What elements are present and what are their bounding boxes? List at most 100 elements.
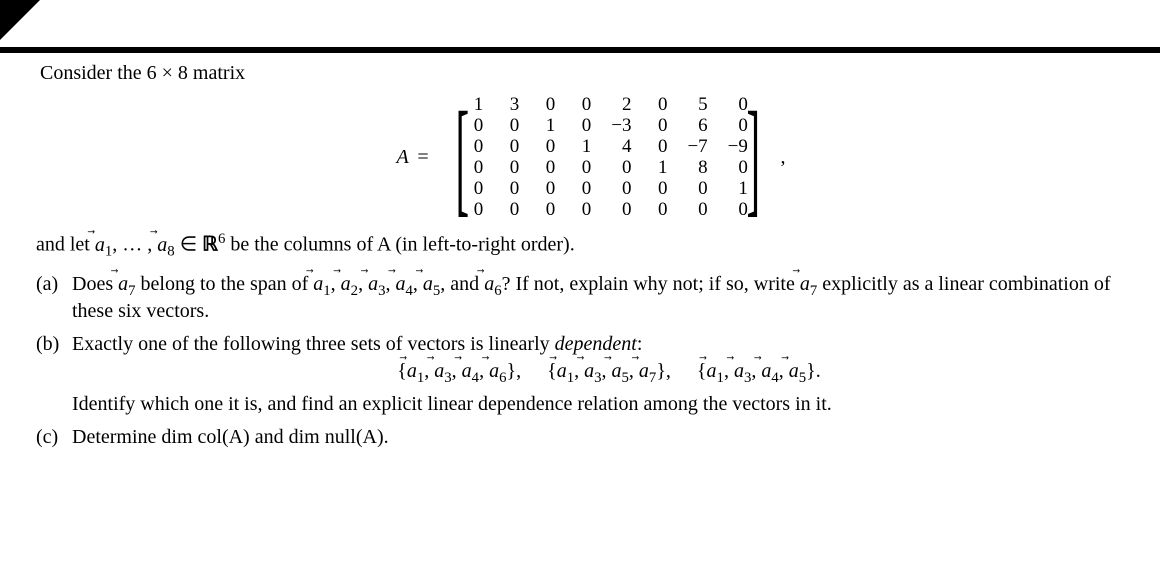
sub-4: 4 (771, 370, 778, 386)
brace-right: } (656, 360, 666, 382)
matrix-cell: 0 (565, 157, 601, 178)
qc-and: and (250, 426, 289, 448)
vec-a5: ⃗a (612, 360, 622, 383)
qb-sets: {⃗a1, ⃗a3, ⃗a4, ⃗a6},{⃗a1, ⃗a3, ⃗a5, ⃗a7… (72, 360, 1146, 387)
matrix-cell: 4 (601, 136, 641, 157)
matrix-equation: A = [ 130020500010−3060000140−7−90000018… (36, 93, 1146, 221)
set-comma: , (452, 360, 462, 382)
intro-text: Consider the 6 × 8 matrix (40, 62, 1146, 85)
set-comma: , (724, 360, 734, 382)
qa-pre: Does (72, 273, 118, 295)
qa-post: ? If not, explain why not; if so, write (502, 273, 800, 295)
vec-a6: ⃗a (484, 273, 494, 296)
equals-sign: = (417, 146, 428, 168)
set-comma: , (602, 360, 612, 382)
matrix-cell: 0 (529, 157, 565, 178)
brace-left: { (397, 360, 407, 382)
vector-set: {⃗a1, ⃗a3, ⃗a4, ⃗a6}, (397, 360, 521, 382)
qb-dep: dependent (555, 333, 637, 355)
brace-right: } (806, 360, 816, 382)
vec-a3: ⃗a (368, 273, 378, 296)
matrix-cell: −7 (677, 136, 717, 157)
vector-set: {⃗a1, ⃗a3, ⃗a4, ⃗a5}. (697, 360, 821, 382)
question-c: (c) Determine dim col(A) and dim null(A)… (36, 426, 1146, 449)
set-sep: , (666, 360, 671, 382)
matrix-cell: 0 (529, 136, 565, 157)
matrix-cell: 0 (529, 178, 565, 199)
sub-1: 1 (323, 283, 330, 299)
matrix-cell: 0 (641, 94, 677, 115)
matrix-cell: 0 (493, 178, 529, 199)
matrix-cell: 0 (529, 94, 565, 115)
set-comma: , (751, 360, 761, 382)
sub-2: 2 (351, 283, 358, 299)
sub-3: 3 (444, 370, 451, 386)
matrix-cell: 1 (529, 115, 565, 136)
vec-a7-q: ⃗a (118, 273, 128, 296)
set-comma: , (424, 360, 434, 382)
matrix-cell: 8 (677, 157, 717, 178)
vec-a8: ⃗a (157, 234, 167, 257)
matrix-cell: 0 (677, 199, 717, 220)
vec-a3: ⃗a (734, 360, 744, 383)
vec-a3: ⃗a (584, 360, 594, 383)
vec-a5: ⃗a (423, 273, 433, 296)
matrix-cell: 0 (641, 178, 677, 199)
sub-4: 4 (472, 370, 479, 386)
list-comma: , (358, 273, 368, 295)
set-comma: , (629, 360, 639, 382)
brace-left: { (547, 360, 557, 382)
matrix-name: A (396, 146, 408, 168)
sub-3: 3 (594, 370, 601, 386)
matrix-row: 00000001 (457, 178, 758, 199)
qa-vec-list: ⃗a1, ⃗a2, ⃗a3, ⃗a4, ⃗a5, and ⃗a6 (313, 273, 501, 295)
matrix-cell: 2 (601, 94, 641, 115)
cols-dots: , … , (112, 234, 157, 256)
top-bar (0, 47, 1160, 53)
vec-a1: ⃗a (407, 360, 417, 383)
vec-a1: ⃗a (557, 360, 567, 383)
vec-a2: ⃗a (341, 273, 351, 296)
matrix-cell: −3 (601, 115, 641, 136)
list-comma: , (331, 273, 341, 295)
matrix-trailing-comma: , (781, 146, 786, 169)
cols-elem: ∈ (175, 234, 202, 256)
qa-sub7: 7 (128, 283, 135, 299)
qb-pre: Exactly one of the following three sets … (72, 333, 555, 355)
vec-a7: ⃗a (639, 360, 649, 383)
columns-definition: and let ⃗a1, … , ⃗a8 ∈ ℝ6 be the columns… (36, 231, 1146, 261)
question-a: (a) Does ⃗a7 belong to the span of ⃗a1, … (36, 273, 1146, 323)
qa-mid: belong to the span of (136, 273, 314, 295)
sub-1: 1 (717, 370, 724, 386)
matrix-cell: 0 (529, 199, 565, 220)
matrix-cell: 5 (677, 94, 717, 115)
qb-body: Exactly one of the following three sets … (72, 333, 1146, 416)
list-comma: , (413, 273, 423, 295)
sub-4: 4 (405, 283, 412, 299)
set-comma: , (574, 360, 584, 382)
vec-a4: ⃗a (462, 360, 472, 383)
vec-a1: ⃗a (95, 234, 105, 257)
qc-body: Determine dim col(A) and dim null(A). (72, 426, 1146, 449)
right-bracket: ] (746, 93, 760, 221)
qc-label: (c) (36, 426, 72, 449)
vec-a5: ⃗a (789, 360, 799, 383)
matrix-cell: 6 (677, 115, 717, 136)
matrix-cell: 0 (493, 136, 529, 157)
problem-content: Consider the 6 × 8 matrix A = [ 13002050… (36, 62, 1146, 459)
qc-dimnull: dim null(A) (289, 426, 384, 448)
vec-a3: ⃗a (434, 360, 444, 383)
matrix-cell: 0 (493, 115, 529, 136)
vec-a4: ⃗a (395, 273, 405, 296)
question-b: (b) Exactly one of the following three s… (36, 333, 1146, 416)
matrix-cell: 0 (565, 94, 601, 115)
matrix-cell: 0 (493, 199, 529, 220)
matrix-cell: 1 (565, 136, 601, 157)
cols-pre: and let (36, 234, 95, 256)
matrix-cell: 0 (641, 199, 677, 220)
matrix-A: 130020500010−3060000140−7−90000018000000… (457, 94, 758, 220)
qc-dimcol: dim col(A) (161, 426, 249, 448)
matrix-cell: 0 (565, 178, 601, 199)
set-sep: , (516, 360, 521, 382)
sub-8: 8 (167, 244, 174, 260)
